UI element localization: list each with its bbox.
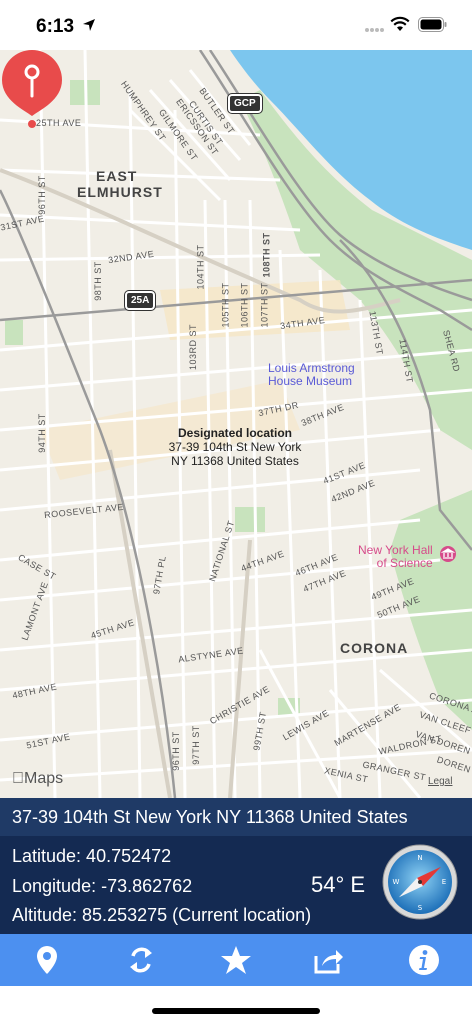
pin-callout: Designated location 37-39 104th St New Y…: [150, 426, 320, 468]
battery-icon: [418, 17, 447, 32]
area-label-east: EAST: [96, 168, 138, 184]
apple-maps-logo: Maps: [12, 770, 63, 788]
signal-dots-icon: [365, 28, 384, 32]
info-icon[interactable]: [408, 944, 440, 976]
street-label: 108TH ST: [261, 232, 272, 278]
longitude-text: Longitude: -73.862762: [12, 876, 193, 896]
compass-icon[interactable]: N S E W: [382, 844, 458, 920]
wifi-icon: [390, 16, 410, 31]
highway-shield-gcp: GCP: [227, 93, 263, 114]
status-bar: 6:13: [0, 0, 472, 50]
street-label: 97TH ST: [190, 725, 201, 765]
maps-logo-text: Maps: [12, 770, 63, 787]
refresh-icon[interactable]: [125, 944, 157, 976]
latitude-text: Latitude: 40.752472: [12, 846, 172, 866]
street-label: 106TH ST: [239, 282, 250, 328]
pin-address-line2: NY 11368 United States: [171, 454, 299, 468]
street-label: 103RD ST: [188, 323, 199, 371]
share-icon[interactable]: [312, 944, 344, 976]
svg-text:E: E: [442, 878, 446, 886]
highway-shield-25a: 25A: [123, 290, 157, 311]
map-pin-icon[interactable]: [31, 944, 63, 976]
street-label: 105TH ST: [220, 282, 231, 328]
location-arrow-icon: [83, 19, 95, 31]
street-label: 104TH ST: [195, 244, 206, 290]
poi-louis-armstrong[interactable]: Louis Armstrong House Museum: [268, 362, 355, 388]
pin-address-line1: 37-39 104th St New York: [168, 440, 302, 454]
pin-title: Designated location: [177, 426, 293, 440]
street-label: 94TH ST: [36, 413, 47, 453]
map-pin-marker[interactable]: [0, 50, 64, 130]
map-graphics: [0, 50, 472, 798]
apple-logo-icon: : [12, 770, 24, 787]
street-label: 107TH ST: [259, 282, 270, 328]
address-text: 37-39 104th St New York NY 11368 United …: [12, 807, 408, 827]
svg-text:S: S: [418, 904, 423, 912]
svg-text:N: N: [417, 854, 422, 862]
area-label-elmhurst: ELMHURST: [77, 184, 163, 200]
area-label-corona: CORONA: [340, 640, 409, 656]
map-view[interactable]: EAST ELMHURST CORONA 25TH AVE HUMPHREY S…: [0, 50, 472, 798]
bottom-toolbar: [0, 934, 472, 986]
street-label: 96TH ST: [36, 175, 47, 215]
poi-line: House Museum: [268, 374, 353, 388]
svg-text:W: W: [393, 878, 400, 886]
museum-icon: [440, 546, 456, 562]
home-indicator: [152, 1008, 320, 1014]
poi-ny-hall-of-science[interactable]: New York Hall of Science: [358, 544, 433, 570]
star-icon[interactable]: [220, 944, 252, 976]
legal-link[interactable]: Legal: [428, 776, 452, 787]
coordinates-panel: Latitude: 40.752472 Longitude: -73.86276…: [0, 836, 472, 934]
altitude-text: Altitude: 85.253275 (Current location): [12, 905, 312, 925]
poi-line: of Science: [376, 556, 433, 570]
street-label: 98TH ST: [92, 261, 103, 301]
heading-text: 54° E: [311, 872, 366, 897]
street-label: 96TH ST: [170, 731, 181, 771]
address-bar: 37-39 104th St New York NY 11368 United …: [0, 798, 472, 836]
status-time: 6:13: [36, 16, 75, 37]
